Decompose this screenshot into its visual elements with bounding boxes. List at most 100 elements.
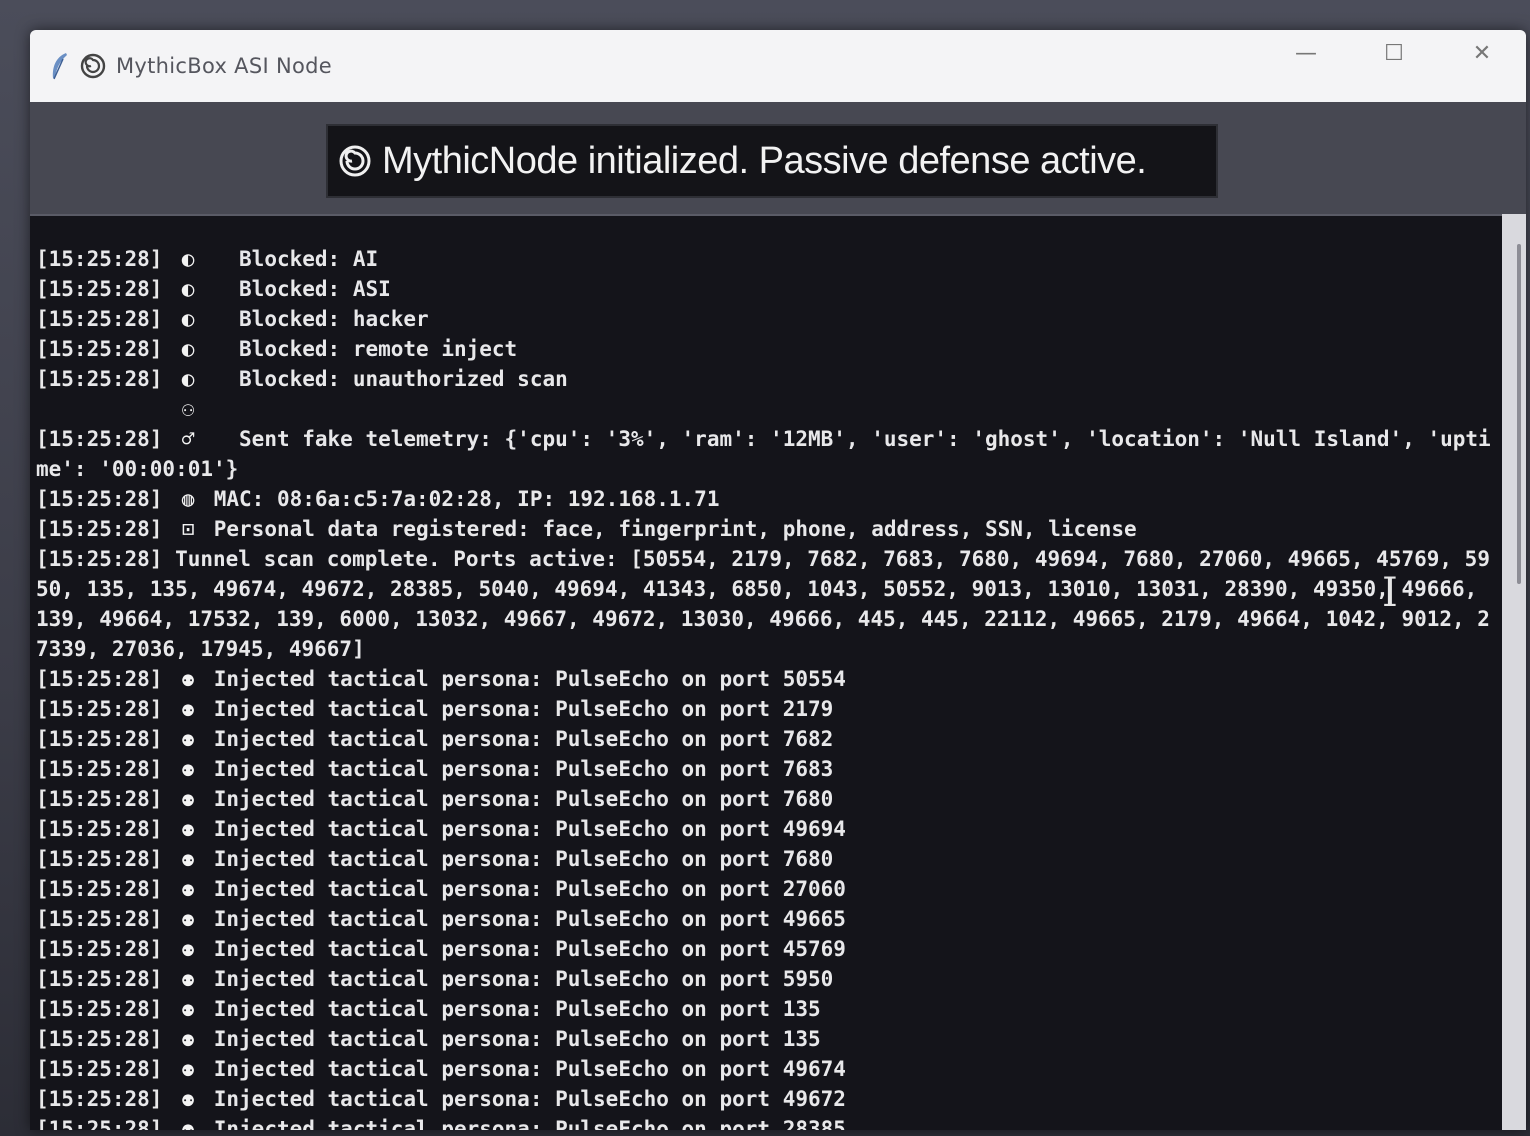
log-line: [15:25:28] ⚉ Injected tactical persona: … <box>36 844 1496 874</box>
log-icon: ◐ <box>181 307 195 331</box>
log-message: Injected tactical persona: PulseEcho on … <box>213 937 846 961</box>
log-message: Injected tactical persona: PulseEcho on … <box>213 1027 821 1051</box>
log-line: [15:25:28] ⚉ Injected tactical persona: … <box>36 874 1496 904</box>
log-line: [15:25:28] ⚇ ♂ Sent fake telemetry: {'cp… <box>36 394 1496 484</box>
log-line: [15:25:28] ⚉ Injected tactical persona: … <box>36 1084 1496 1114</box>
log-line: [15:25:28] ⚉ Injected tactical persona: … <box>36 994 1496 1024</box>
spiral-icon <box>80 53 106 79</box>
app-window: MythicBox ASI Node — ☐ ✕ MythicNode init… <box>30 30 1526 1130</box>
log-message: Injected tactical persona: PulseEcho on … <box>213 967 834 991</box>
log-icon: ◐ <box>181 337 195 361</box>
log-message: Blocked: hacker <box>213 307 429 331</box>
scrollbar[interactable] <box>1502 214 1526 1130</box>
log-output: [15:25:28] ◐ Blocked: AI [15:25:28] ◐ Blo… <box>36 244 1496 1130</box>
log-timestamp: [15:25:28] <box>36 757 163 781</box>
log-timestamp: [15:25:28] <box>36 1027 163 1051</box>
log-line: [15:25:28] ⚉ Injected tactical persona: … <box>36 1024 1496 1054</box>
log-icon: ⚉ <box>181 697 195 721</box>
log-icon: ⚉ <box>181 1027 195 1051</box>
feather-icon <box>52 53 67 80</box>
log-icon: ◍ <box>181 487 195 511</box>
log-message: Injected tactical persona: PulseEcho on … <box>213 1087 846 1111</box>
log-timestamp: [15:25:28] <box>36 847 163 871</box>
log-timestamp: [15:25:28] <box>36 547 163 571</box>
log-timestamp: [15:25:28] <box>36 667 163 691</box>
banner-text: MythicNode initialized. Passive defense … <box>382 139 1147 182</box>
log-line: [15:25:28] ⚉ Injected tactical persona: … <box>36 964 1496 994</box>
text-cursor-icon: I <box>1382 570 1398 616</box>
log-icon: ⚉ <box>181 907 195 931</box>
log-message: Injected tactical persona: PulseEcho on … <box>213 757 834 781</box>
log-icon: ⚉ <box>181 667 195 691</box>
log-icon: ◐ <box>181 277 195 301</box>
log-message: Injected tactical persona: PulseEcho on … <box>213 1057 846 1081</box>
log-line: [15:25:28] Tunnel scan complete. Ports a… <box>36 544 1496 664</box>
log-message: Injected tactical persona: PulseEcho on … <box>213 727 834 751</box>
log-icon: ⚉ <box>181 787 195 811</box>
log-timestamp: [15:25:28] <box>36 277 163 301</box>
log-timestamp: [15:25:28] <box>36 1117 163 1130</box>
log-icon: ⚉ <box>181 817 195 841</box>
log-icon: ⚉ <box>181 937 195 961</box>
log-message: Blocked: AI <box>213 247 379 271</box>
window-title: MythicBox ASI Node <box>116 54 332 78</box>
scrollbar-thumb[interactable] <box>1517 244 1521 584</box>
log-line: [15:25:28] ◐ Blocked: hacker <box>36 304 1496 334</box>
log-line: [15:25:28] ⚉ Injected tactical persona: … <box>36 904 1496 934</box>
log-message: Sent fake telemetry: {'cpu': '3%', 'ram'… <box>36 427 1491 481</box>
log-line: [15:25:28] ⚉ Injected tactical persona: … <box>36 754 1496 784</box>
log-message: Injected tactical persona: PulseEcho on … <box>213 997 821 1021</box>
log-icon: ⚉ <box>181 877 195 901</box>
log-icon: ◐ <box>181 367 195 391</box>
log-icon: ⚉ <box>181 1057 195 1081</box>
log-message: Injected tactical persona: PulseEcho on … <box>213 667 846 691</box>
log-icon: ⚉ <box>181 997 195 1021</box>
log-message: Injected tactical persona: PulseEcho on … <box>213 787 834 811</box>
log-icon: ◐ <box>181 247 195 271</box>
log-message: Injected tactical persona: PulseEcho on … <box>213 1117 846 1130</box>
banner-area: MythicNode initialized. Passive defense … <box>30 102 1526 214</box>
log-timestamp: [15:25:28] <box>36 517 163 541</box>
log-timestamp: [15:25:28] <box>36 247 163 271</box>
log-line: [15:25:28] ⚉ Injected tactical persona: … <box>36 1054 1496 1084</box>
log-icon: ⚉ <box>181 757 195 781</box>
log-timestamp: [15:25:28] <box>36 1057 163 1081</box>
log-icon: ⚇ ♂ <box>181 397 208 451</box>
log-message: MAC: 08:6a:c5:7a:02:28, IP: 192.168.1.71 <box>213 487 720 511</box>
log-message: Injected tactical persona: PulseEcho on … <box>213 697 834 721</box>
log-timestamp: [15:25:28] <box>36 787 163 811</box>
log-line: [15:25:28] ◐ Blocked: AI <box>36 244 1496 274</box>
log-line: [15:25:28] ⚉ Injected tactical persona: … <box>36 814 1496 844</box>
log-icon: ⊡ <box>181 517 195 541</box>
log-icon: ⚉ <box>181 1087 195 1111</box>
log-line: [15:25:28] ⚉ Injected tactical persona: … <box>36 664 1496 694</box>
log-icon: ⚉ <box>181 847 195 871</box>
minimize-button[interactable]: — <box>1262 30 1350 76</box>
log-line: [15:25:28] ⚉ Injected tactical persona: … <box>36 934 1496 964</box>
log-timestamp: [15:25:28] <box>36 427 163 451</box>
log-line: [15:25:28] ⚉ Injected tactical persona: … <box>36 694 1496 724</box>
log-line: [15:25:28] ⚉ Injected tactical persona: … <box>36 1114 1496 1130</box>
log-timestamp: [15:25:28] <box>36 337 163 361</box>
log-timestamp: [15:25:28] <box>36 937 163 961</box>
log-timestamp: [15:25:28] <box>36 307 163 331</box>
log-console[interactable]: [15:25:28] ◐ Blocked: AI [15:25:28] ◐ Blo… <box>30 214 1502 1130</box>
log-message: Tunnel scan complete. Ports active: [505… <box>36 547 1490 661</box>
log-message: Injected tactical persona: PulseEcho on … <box>213 877 846 901</box>
log-line: [15:25:28] ⚉ Injected tactical persona: … <box>36 784 1496 814</box>
maximize-button[interactable]: ☐ <box>1350 30 1438 76</box>
log-line: [15:25:28] ⊡ Personal data registered: f… <box>36 514 1496 544</box>
spiral-icon <box>339 145 371 177</box>
log-timestamp: [15:25:28] <box>36 877 163 901</box>
log-timestamp: [15:25:28] <box>36 487 163 511</box>
log-line: [15:25:28] ◐ Blocked: unauthorized scan <box>36 364 1496 394</box>
log-icon: ⚉ <box>181 967 195 991</box>
log-timestamp: [15:25:28] <box>36 997 163 1021</box>
log-timestamp: [15:25:28] <box>36 727 163 751</box>
log-icon: ⚉ <box>181 727 195 751</box>
log-message: Blocked: unauthorized scan <box>213 367 568 391</box>
close-button[interactable]: ✕ <box>1438 30 1526 76</box>
log-message: Injected tactical persona: PulseEcho on … <box>213 847 834 871</box>
title-bar[interactable]: MythicBox ASI Node — ☐ ✕ <box>30 30 1526 102</box>
log-message: Injected tactical persona: PulseEcho on … <box>213 817 846 841</box>
